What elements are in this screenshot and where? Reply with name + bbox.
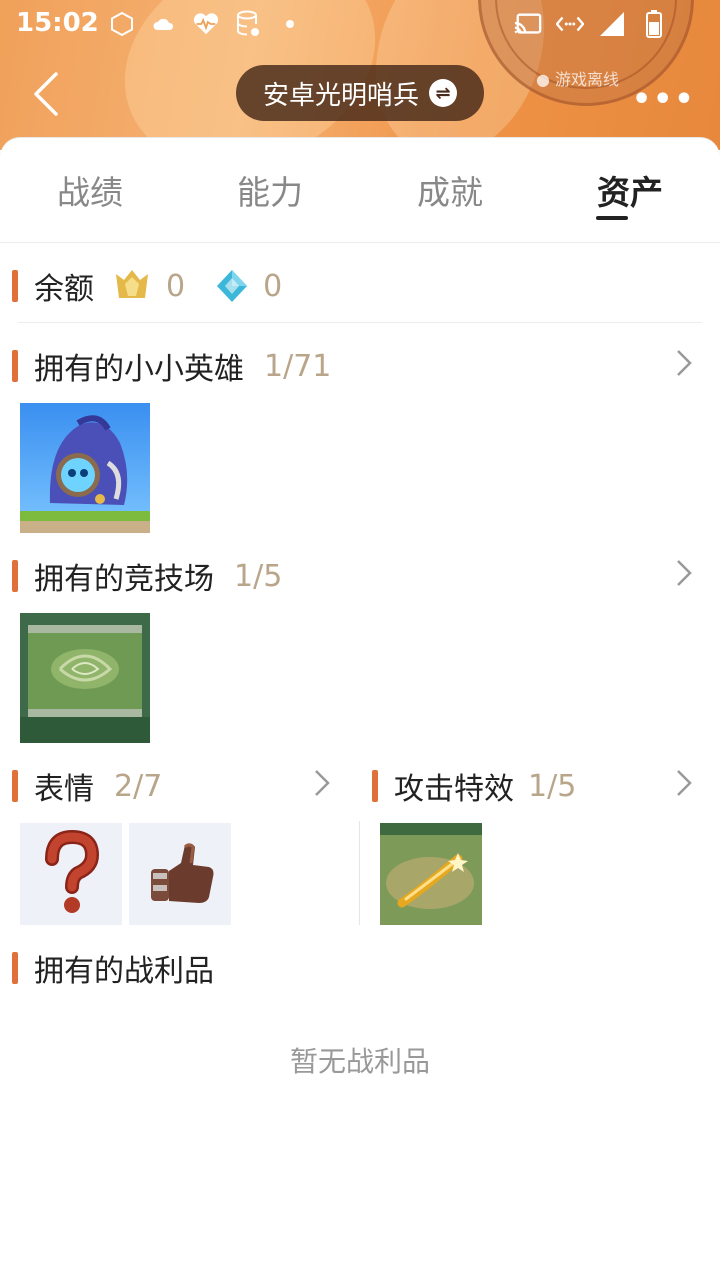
emote-thumbnail[interactable] [20,823,122,925]
page-title: 安卓光明哨兵 [262,80,419,111]
emotes-count: 2/7 [114,768,163,804]
arenas-header[interactable]: 拥有的竞技场 1/5 [12,554,282,598]
emotes-title: 表情 [34,772,94,807]
offline-label: 游戏离线 [555,70,620,89]
tab-record[interactable]: 战绩 [30,166,150,214]
tab-bar: 战绩 能力 成就 资产 [0,138,720,243]
section-accent-bar [12,952,18,984]
vertical-divider [359,821,360,925]
attack-effect-thumbnail[interactable] [380,823,482,925]
cloud-icon [150,10,178,38]
loot-title: 拥有的战利品 [34,954,214,989]
divider [18,322,702,323]
question-mark-icon [45,829,100,913]
balance-label: 余额 [34,272,94,307]
dot-icon [276,10,304,38]
signal-icon [598,10,626,38]
little-legend-thumbnail[interactable] [20,403,150,533]
thumbs-up-icon [151,843,214,903]
arenas-title: 拥有的竞技场 [34,562,214,597]
chevron-right-icon[interactable] [674,768,694,798]
attack-effects-count: 1/5 [528,768,577,804]
content-card: 战绩 能力 成就 资产 余额 0 0 拥有的小小英雄 1/71 拥有的竞技场 1… [0,138,720,1280]
back-button[interactable] [30,70,70,118]
battery-icon [640,10,668,38]
section-accent-bar [12,270,18,302]
gold-balance: 0 [112,268,185,304]
chevron-right-icon[interactable] [674,558,694,588]
active-tab-indicator [596,216,628,220]
profile-header: 15:02 安卓光明哨兵 ⇌ ● 游戏离线 ••• [0,0,720,150]
chevron-right-icon[interactable] [312,768,332,798]
swap-icon: ⇌ [429,79,457,107]
heart-pulse-icon [192,10,220,38]
balance-row: 余额 0 0 [12,264,282,308]
attack-effects-title: 攻击特效 [394,772,514,807]
emote-thumbnail[interactable] [129,823,231,925]
status-bar: 15:02 [0,0,720,50]
arena-thumbnail[interactable] [20,613,150,743]
chevron-right-icon[interactable] [674,348,694,378]
gem-balance: 0 [215,268,282,304]
gem-balance-value: 0 [263,268,283,304]
loot-header: 拥有的战利品 [12,946,214,990]
more-options-button[interactable]: ••• [632,82,696,117]
data-arrows-icon [556,10,584,38]
account-switcher[interactable]: 安卓光明哨兵 ⇌ [236,65,484,121]
attack-effects-header[interactable]: 攻击特效 1/5 [372,764,576,808]
gold-balance-value: 0 [166,268,186,304]
arenas-count: 1/5 [234,558,283,594]
emotes-header[interactable]: 表情 2/7 [12,764,162,808]
tab-ability[interactable]: 能力 [210,166,330,214]
chevron-left-icon [34,72,58,116]
section-accent-bar [12,560,18,592]
loot-empty-text: 暂无战利品 [289,1045,430,1078]
little-legends-header[interactable]: 拥有的小小英雄 1/71 [12,344,331,388]
offline-status: ● 游戏离线 [536,66,619,90]
little-legends-count: 1/71 [264,348,332,384]
little-legends-title: 拥有的小小英雄 [34,352,244,387]
tab-assets[interactable]: 资产 [570,166,690,214]
database-icon [234,10,262,38]
gold-coin-icon [116,270,148,298]
tab-achievement[interactable]: 成就 [390,166,510,214]
status-dot-icon: ● [536,70,556,89]
hexagon-icon [108,10,136,38]
status-time: 15:02 [16,8,99,38]
gem-icon [217,270,248,302]
section-accent-bar [372,770,378,802]
section-accent-bar [12,350,18,382]
section-accent-bar [12,770,18,802]
cast-icon [514,10,542,38]
